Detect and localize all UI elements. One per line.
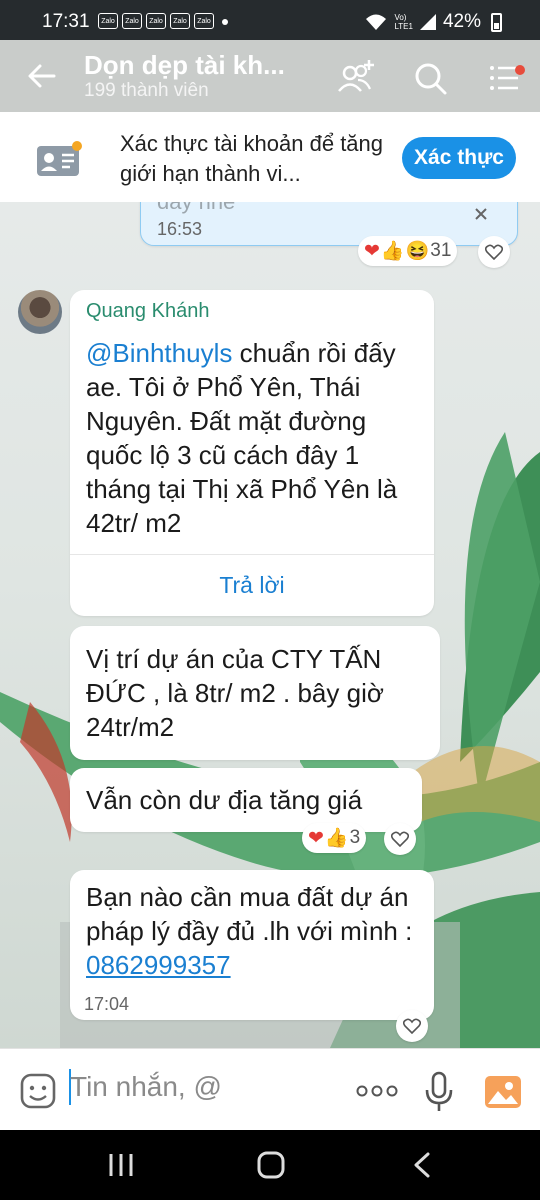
message-bubble[interactable]: Bạn nào cần mua đất dự án pháp lý đầy đủ…	[70, 870, 434, 1020]
message-text: Vẫn còn dư địa tăng giá	[86, 785, 363, 815]
own-message-partial-text: đây nhé	[157, 202, 235, 215]
lte-label: LTE1	[394, 22, 413, 31]
more-notifications-dot	[222, 19, 228, 25]
message-body: chuẩn rồi đấy ae. Tôi ở Phổ Yên, Thái Ng…	[86, 338, 398, 538]
mention-link[interactable]: @Binhthuyls	[86, 338, 232, 368]
back-arrow-icon[interactable]	[24, 58, 60, 94]
wifi-icon	[366, 14, 387, 30]
message-bubble[interactable]: Vị trí dự án của CTY TẤN ĐỨC , là 8tr/ m…	[70, 626, 440, 760]
chat-area: đây nhé 16:53 ❤ 👍 😆 31 Quang Khánh @Binh…	[0, 202, 540, 1048]
message-bubble[interactable]: Quang Khánh @Binhthuyls chuẩn rồi đấy ae…	[70, 290, 434, 616]
status-bar: 17:31 Zalo Zalo Zalo Zalo Zalo Vo) LTE1 …	[0, 0, 540, 40]
add-member-icon[interactable]	[336, 58, 376, 98]
react-button[interactable]	[396, 1010, 428, 1042]
zalo-notification-icon: Zalo	[170, 13, 190, 29]
zalo-notification-icon: Zalo	[98, 13, 118, 29]
own-message-reactions[interactable]: ❤ 👍 😆 31	[358, 236, 458, 266]
home-icon[interactable]	[256, 1151, 286, 1179]
message-input-bar: Tin nhắn, @	[0, 1048, 540, 1131]
heart-outline-icon	[403, 1018, 421, 1034]
message-text: Vị trí dự án của CTY TẤN ĐỨC , là 8tr/ m…	[86, 644, 384, 742]
member-count[interactable]: 199 thành viên	[84, 80, 209, 102]
heart-reaction-icon: ❤	[364, 240, 380, 262]
search-icon[interactable]	[410, 58, 450, 98]
verify-button[interactable]: Xác thực	[402, 137, 516, 179]
thumbs-up-reaction-icon: 👍	[324, 828, 349, 849]
battery-icon	[491, 12, 502, 32]
group-title[interactable]: Dọn dẹp tài kh...	[84, 50, 314, 81]
volte-label: Vo)	[394, 13, 407, 22]
message-text: Bạn nào cần mua đất dự án pháp lý đầy đủ…	[86, 880, 426, 982]
verify-banner-text: Xác thực tài khoản để tăng giới hạn thàn…	[120, 131, 384, 186]
heart-outline-icon	[391, 831, 409, 847]
sticker-icon[interactable]	[20, 1073, 56, 1109]
zalo-notification-icon: Zalo	[194, 13, 214, 29]
signal-icon	[419, 14, 436, 30]
message-text: @Binhthuyls chuẩn rồi đấy ae. Tôi ở Phổ …	[86, 336, 426, 540]
heart-outline-icon	[485, 244, 503, 260]
menu-notification-dot	[515, 65, 525, 75]
network-label: Vo) LTE1	[394, 13, 413, 31]
message-time: 17:04	[84, 994, 130, 1014]
reaction-count: 31	[430, 240, 452, 261]
close-icon[interactable]	[474, 207, 488, 221]
more-options-icon[interactable]	[356, 1085, 398, 1097]
zalo-notification-icon: Zalo	[122, 13, 142, 29]
divider	[70, 554, 434, 555]
sender-name[interactable]: Quang Khánh	[86, 300, 209, 323]
chat-header: Dọn dẹp tài kh... 199 thành viên	[0, 40, 540, 112]
menu-icon[interactable]	[484, 58, 524, 98]
own-message-bubble[interactable]: đây nhé 16:53	[140, 202, 518, 246]
image-icon[interactable]	[484, 1075, 522, 1109]
message-bubble[interactable]: Vẫn còn dư địa tăng giá	[70, 768, 422, 832]
notification-icons: Zalo Zalo Zalo Zalo Zalo	[98, 13, 214, 29]
reply-button[interactable]: Trả lời	[70, 572, 434, 599]
sender-avatar[interactable]	[18, 290, 62, 334]
own-message-time: 16:53	[157, 219, 203, 239]
verify-banner: Xác thực tài khoản để tăng giới hạn thàn…	[0, 112, 540, 202]
id-card-icon	[37, 141, 82, 176]
thumbs-up-reaction-icon: 👍	[380, 241, 405, 262]
nav-back-icon[interactable]	[410, 1151, 434, 1179]
reaction-count: 3	[349, 827, 361, 848]
battery-percent: 42%	[442, 11, 481, 32]
heart-reaction-icon: ❤	[308, 827, 324, 849]
microphone-icon[interactable]	[424, 1071, 454, 1113]
react-button[interactable]	[478, 236, 510, 268]
message-input[interactable]: Tin nhắn, @	[70, 1071, 222, 1103]
message-body: Bạn nào cần mua đất dự án pháp lý đầy đủ…	[86, 882, 413, 946]
laugh-reaction-icon: 😆	[405, 241, 430, 262]
zalo-notification-icon: Zalo	[146, 13, 166, 29]
system-navigation-bar	[0, 1130, 540, 1200]
react-button[interactable]	[384, 823, 416, 855]
recent-apps-icon[interactable]	[106, 1152, 136, 1178]
phone-link[interactable]: 0862999357	[86, 950, 231, 980]
message-reactions[interactable]: ❤ 👍 3	[302, 823, 367, 853]
status-time: 17:31	[42, 11, 90, 32]
status-right: Vo) LTE1 42%	[364, 11, 502, 33]
